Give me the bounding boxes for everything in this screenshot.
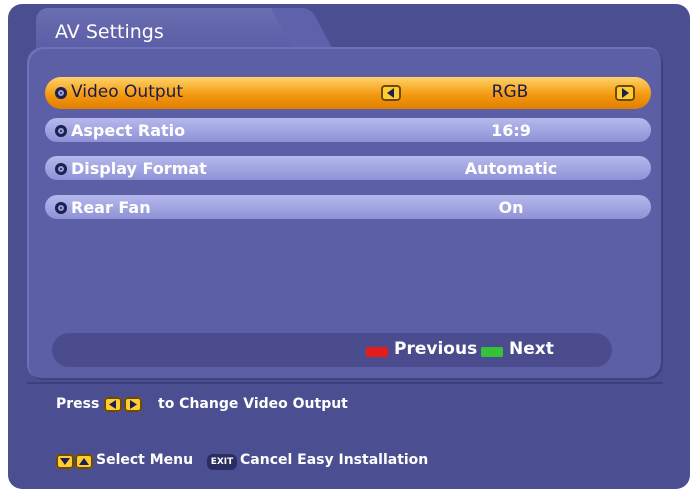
setting-row-rear-fan[interactable]: Rear Fan On bbox=[45, 195, 651, 219]
next-button[interactable]: Next bbox=[509, 339, 554, 359]
bullet-icon bbox=[55, 87, 67, 99]
right-key-icon bbox=[124, 397, 142, 412]
bullet-icon bbox=[55, 125, 67, 137]
left-key-icon bbox=[104, 397, 122, 412]
divider bbox=[27, 382, 663, 384]
right-arrow-button[interactable] bbox=[615, 85, 635, 101]
left-arrow-button[interactable] bbox=[381, 85, 401, 101]
bullet-icon bbox=[55, 202, 67, 214]
setting-label: Display Format bbox=[71, 159, 207, 178]
setting-value: 16:9 bbox=[491, 121, 531, 140]
setting-label: Rear Fan bbox=[71, 198, 151, 217]
setting-value: RGB bbox=[491, 82, 529, 102]
right-arrow-icon bbox=[622, 88, 629, 98]
setting-label: Video Output bbox=[71, 82, 184, 102]
hint-change-video-output: to Change Video Output bbox=[158, 396, 348, 412]
exit-key-icon: EXIT bbox=[207, 454, 237, 470]
window-title: AV Settings bbox=[55, 21, 164, 43]
setting-row-display-format[interactable]: Display Format Automatic bbox=[45, 156, 651, 180]
bullet-icon bbox=[55, 163, 67, 175]
hint-cancel-easy-installation: Cancel Easy Installation bbox=[240, 452, 429, 468]
setting-row-aspect-ratio[interactable]: Aspect Ratio 16:9 bbox=[45, 118, 651, 142]
hint-select-menu: Select Menu bbox=[96, 452, 194, 468]
left-arrow-icon bbox=[387, 88, 394, 98]
up-key-icon bbox=[75, 454, 93, 469]
previous-button[interactable]: Previous bbox=[394, 339, 477, 359]
down-key-icon bbox=[56, 454, 74, 469]
setting-row-video-output[interactable]: Video Output RGB bbox=[45, 77, 651, 109]
red-key-icon bbox=[366, 347, 388, 357]
green-key-icon bbox=[481, 347, 503, 357]
setting-value: Automatic bbox=[464, 159, 558, 178]
setting-label: Aspect Ratio bbox=[71, 121, 186, 140]
hint-press: Press bbox=[56, 396, 100, 412]
setting-value: On bbox=[498, 198, 524, 217]
